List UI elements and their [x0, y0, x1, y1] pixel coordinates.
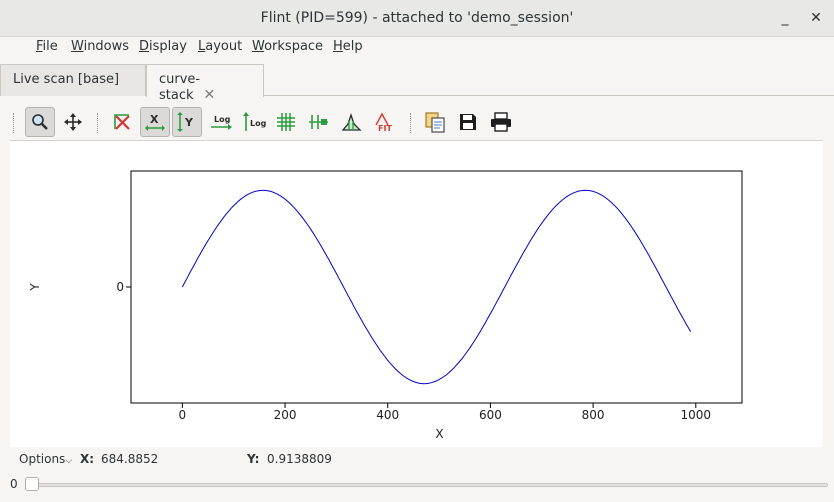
toolbar-separator	[410, 113, 412, 133]
x-tick-label: 1000	[681, 408, 712, 422]
grid-button[interactable]	[271, 107, 301, 137]
y-autoscale-button[interactable]: Y	[172, 107, 202, 137]
pan-icon	[64, 113, 82, 131]
menu-display[interactable]: Display	[139, 39, 187, 54]
curve-style-icon	[309, 115, 328, 129]
x-autoscale-icon: X	[145, 113, 165, 131]
x-tick-label: 600	[479, 408, 502, 422]
zoom-button[interactable]	[25, 107, 55, 137]
status-bar: Options⌵ X: 684.8852 Y: 0.9138809	[0, 447, 834, 471]
menu-layout[interactable]: Layout	[198, 39, 242, 54]
minimize-button[interactable]: _	[775, 8, 795, 28]
y-coord-value: 0.9138809	[267, 452, 332, 466]
close-window-button[interactable]: ✕	[806, 8, 826, 28]
svg-text:Log: Log	[250, 119, 266, 128]
window-titlebar: Flint (PID=599) - attached to 'demo_sess…	[0, 0, 834, 37]
print-icon	[491, 112, 511, 132]
y-tick-label: 0	[116, 280, 124, 294]
reset-zoom-button[interactable]	[107, 107, 137, 137]
menu-windows[interactable]: Windows	[71, 39, 129, 54]
x-autoscale-button[interactable]: X	[140, 107, 170, 137]
frame-slider-track[interactable]	[28, 483, 828, 487]
tab-curve-stack[interactable]: curve-stack ✕	[146, 64, 264, 103]
x-log-icon: Log	[211, 115, 232, 130]
svg-text:Y: Y	[184, 116, 194, 129]
histogram-icon	[341, 112, 362, 131]
tab-live-scan[interactable]: Live scan [base]	[0, 64, 146, 96]
tab-label: Live scan [base]	[13, 72, 120, 87]
menu-file[interactable]: File	[36, 39, 58, 54]
menu-help[interactable]: Help	[333, 39, 363, 54]
plot-area[interactable]: 0 200 400 600 800 1000 0 X Y	[10, 142, 823, 447]
grid-icon	[277, 113, 295, 131]
tab-bar: Live scan [base] curve-stack ✕	[0, 61, 834, 103]
save-icon	[460, 114, 476, 130]
y-log-button[interactable]: Log	[239, 107, 269, 137]
svg-text:Log: Log	[214, 115, 231, 124]
x-tick-label: 200	[274, 408, 297, 422]
save-button[interactable]	[453, 107, 483, 137]
menu-workspace[interactable]: Workspace	[252, 39, 323, 54]
x-log-button[interactable]: Log	[206, 107, 236, 137]
toolbar-grip	[13, 113, 15, 133]
y-coord-label: Y:	[247, 452, 260, 466]
toolbar-separator	[97, 113, 99, 133]
x-tick-label: 400	[376, 408, 399, 422]
x-coord-value: 684.8852	[101, 452, 159, 466]
x-axis-label: X	[435, 427, 443, 441]
svg-text:FIT: FIT	[378, 124, 392, 133]
copy-icon	[425, 112, 445, 133]
window-title: Flint (PID=599) - attached to 'demo_sess…	[260, 10, 574, 26]
options-menu[interactable]: Options⌵	[19, 452, 72, 466]
plot-toolbar: X Y Log Log FIT	[10, 104, 823, 141]
copy-button[interactable]	[420, 107, 450, 137]
close-tab-icon[interactable]: ✕	[204, 87, 216, 103]
frame-slider-row: 0	[0, 472, 834, 500]
x-tick-label: 0	[179, 408, 187, 422]
y-axis-label: Y	[28, 283, 42, 292]
print-button[interactable]	[486, 107, 516, 137]
frame-slider-handle[interactable]	[25, 477, 39, 491]
reset-zoom-icon	[114, 114, 130, 130]
plot-frame	[130, 170, 743, 404]
fit-button[interactable]: FIT	[370, 107, 400, 137]
x-coord-label: X:	[80, 452, 95, 466]
histogram-button[interactable]	[337, 107, 367, 137]
y-log-icon: Log	[243, 112, 266, 131]
y-autoscale-icon: Y	[177, 112, 194, 132]
svg-text:X: X	[150, 113, 159, 126]
menubar: File Windows Display Layout Workspace He…	[0, 37, 834, 61]
curve-style-button[interactable]	[304, 107, 334, 137]
tab-label: curve-stack	[159, 72, 201, 103]
pan-button[interactable]	[58, 107, 88, 137]
x-tick-label: 800	[582, 408, 605, 422]
fit-icon: FIT	[375, 112, 392, 133]
slider-value: 0	[10, 477, 18, 491]
zoom-icon	[32, 114, 48, 130]
sine-chart[interactable]: 0 200 400 600 800 1000 0 X Y	[10, 142, 823, 447]
